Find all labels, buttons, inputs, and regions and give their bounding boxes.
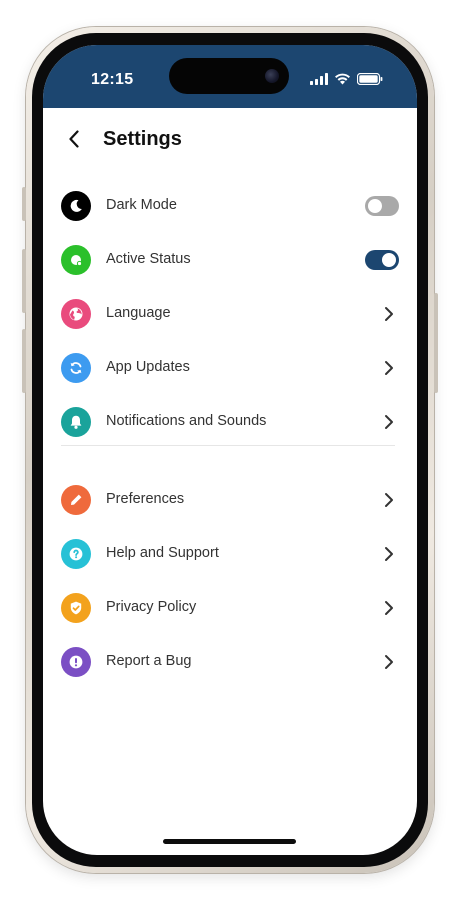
wifi-icon (335, 73, 350, 85)
setting-row-active-status[interactable]: Active Status (43, 233, 417, 287)
setting-row-language[interactable]: Language (43, 287, 417, 341)
bell-icon (61, 407, 91, 437)
setting-label: Report a Bug (106, 653, 192, 669)
chevron-right-icon (385, 415, 393, 429)
setting-label: App Updates (106, 359, 190, 375)
battery-icon (357, 73, 383, 85)
globe-icon (61, 299, 91, 329)
setting-label: Help and Support (106, 545, 219, 561)
home-indicator[interactable] (163, 839, 296, 844)
page-title: Settings (103, 128, 182, 150)
moon-icon (61, 191, 91, 221)
setting-row-privacy-policy[interactable]: Privacy Policy (43, 581, 417, 635)
chevron-right-icon (385, 547, 393, 561)
setting-row-report-bug[interactable]: Report a Bug (43, 635, 417, 689)
setting-label: Privacy Policy (106, 599, 197, 615)
setting-label: Preferences (106, 491, 185, 507)
setting-label: Language (106, 305, 171, 321)
pencil-icon (61, 485, 91, 515)
setting-row-dark-mode[interactable]: Dark Mode (43, 179, 417, 233)
dark-mode-toggle[interactable] (365, 196, 399, 216)
setting-row-app-updates[interactable]: App Updates (43, 341, 417, 395)
status-time: 12:15 (91, 71, 134, 88)
setting-row-preferences[interactable]: Preferences (43, 473, 417, 527)
status-bar: 12:15 (43, 45, 417, 108)
phone-bezel: 12:15 Settings Dark Mode Active Status L… (32, 33, 428, 867)
setting-row-help-support[interactable]: Help and Support (43, 527, 417, 581)
toggle-knob (382, 253, 396, 267)
chevron-right-icon (385, 361, 393, 375)
setting-label: Dark Mode (106, 197, 177, 213)
chevron-right-icon (385, 601, 393, 615)
setting-label: Notifications and Sounds (106, 413, 267, 429)
setting-row-notifications[interactable]: Notifications and Sounds (43, 395, 417, 449)
question-icon (61, 539, 91, 569)
sync-icon (61, 353, 91, 383)
status-icons (310, 71, 383, 87)
shield-check-icon (61, 593, 91, 623)
chevron-left-icon (69, 130, 79, 148)
exclamation-icon (61, 647, 91, 677)
toggle-knob (368, 199, 382, 213)
header: Settings (43, 108, 417, 172)
chevron-right-icon (385, 655, 393, 669)
power-button (434, 293, 438, 393)
setting-label: Active Status (106, 251, 191, 267)
chevron-right-icon (385, 307, 393, 321)
back-button[interactable] (61, 124, 87, 154)
active-status-toggle[interactable] (365, 250, 399, 270)
signal-icon (310, 73, 328, 85)
phone-frame: 12:15 Settings Dark Mode Active Status L… (22, 27, 438, 873)
camera-icon (265, 69, 279, 83)
chevron-right-icon (385, 493, 393, 507)
volume-up-button (22, 249, 26, 313)
dynamic-island (169, 58, 289, 94)
status-dot-icon (61, 245, 91, 275)
action-button (22, 187, 26, 221)
section-divider (61, 445, 395, 446)
screen: 12:15 Settings Dark Mode Active Status L… (43, 45, 417, 855)
volume-down-button (22, 329, 26, 393)
